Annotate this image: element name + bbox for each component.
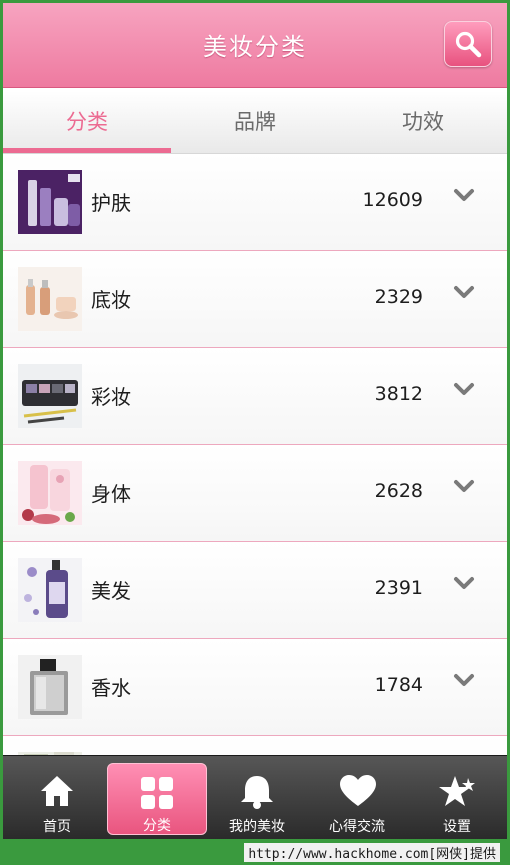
list-item[interactable]: 底妆 2329 — [3, 251, 507, 348]
list-item[interactable]: 香水 1784 — [3, 639, 507, 736]
haircare-thumbnail — [18, 558, 82, 622]
category-name: 底妆 — [91, 288, 131, 312]
makeup-thumbnail — [18, 364, 82, 428]
category-name: 彩妆 — [91, 385, 131, 409]
chevron-down-icon[interactable] — [453, 478, 475, 496]
watermark-text: http://www.hackhome.com[网侠]提供 — [244, 843, 500, 862]
perfume-thumbnail — [18, 655, 82, 719]
search-button[interactable] — [444, 21, 492, 67]
search-icon — [455, 31, 482, 58]
nav-label: 首页 — [43, 819, 71, 835]
list-item[interactable]: 美发 2391 — [3, 542, 507, 639]
tab-bar: 分类 品牌 功效 — [3, 91, 507, 154]
bottom-navigation: 首页 分类 我的美妆 心得交流 设置 — [3, 755, 507, 839]
nav-settings[interactable]: 设置 — [407, 756, 507, 839]
foundation-thumbnail — [18, 267, 82, 331]
nav-category[interactable]: 分类 — [107, 763, 207, 835]
star-icon — [439, 776, 475, 806]
category-name: 护肤 — [91, 191, 131, 215]
category-count: 2391 — [374, 577, 423, 599]
list-item[interactable]: 护肤 12609 — [3, 154, 507, 251]
grid-icon — [141, 777, 173, 809]
category-count: 2329 — [374, 286, 423, 308]
nav-label: 我的美妆 — [229, 819, 285, 835]
category-list: 护肤 12609 底妆 2329 彩妆 3812 身体 2628 美发 2391… — [3, 154, 507, 757]
chevron-down-icon[interactable] — [453, 672, 475, 690]
heart-icon — [340, 775, 376, 806]
tab-efficacy[interactable]: 功效 — [339, 91, 507, 153]
tab-brand[interactable]: 品牌 — [171, 91, 339, 153]
category-count: 3812 — [374, 383, 423, 405]
chevron-down-icon[interactable] — [453, 187, 475, 205]
category-count: 12609 — [362, 189, 423, 211]
body-thumbnail — [18, 461, 82, 525]
skincare-thumbnail — [18, 170, 82, 234]
window-footer: http://www.hackhome.com[网侠]提供 — [0, 839, 510, 865]
tab-category[interactable]: 分类 — [3, 91, 171, 153]
bell-icon — [241, 776, 273, 809]
category-name: 身体 — [91, 482, 131, 506]
app-screen: 美妆分类 分类 品牌 功效 护肤 12609 底妆 2329 彩妆 3812 身… — [3, 3, 507, 839]
category-name: 美发 — [91, 579, 131, 603]
chevron-down-icon[interactable] — [453, 381, 475, 399]
chevron-down-icon[interactable] — [453, 575, 475, 593]
nav-exchange[interactable]: 心得交流 — [307, 756, 407, 839]
home-icon — [41, 776, 73, 806]
nav-label: 设置 — [443, 819, 471, 835]
active-tab-indicator — [3, 148, 171, 153]
nav-label: 分类 — [143, 818, 171, 834]
category-name: 香水 — [91, 676, 131, 700]
list-item-partial[interactable] — [3, 736, 507, 757]
list-item[interactable]: 身体 2628 — [3, 445, 507, 542]
category-count: 2628 — [374, 480, 423, 502]
page-title: 美妆分类 — [203, 33, 307, 61]
nav-home[interactable]: 首页 — [7, 756, 107, 839]
chevron-down-icon[interactable] — [453, 284, 475, 302]
nav-label: 心得交流 — [329, 819, 385, 835]
header-bar: 美妆分类 — [3, 3, 507, 88]
list-item[interactable]: 彩妆 3812 — [3, 348, 507, 445]
category-count: 1784 — [374, 674, 423, 696]
nav-my-makeup[interactable]: 我的美妆 — [207, 756, 307, 839]
